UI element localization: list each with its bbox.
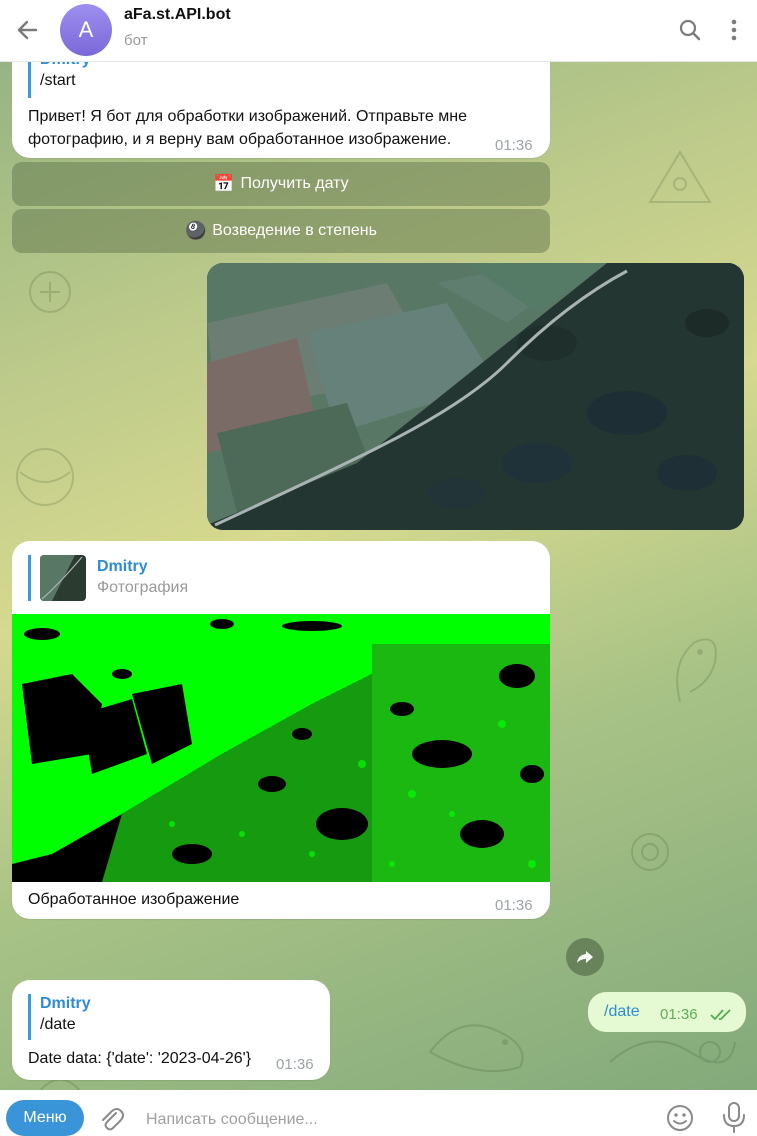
doodle-icon: [29, 271, 71, 313]
calendar-icon: 📅: [213, 174, 235, 193]
message-text-line: Привет! Я бот для обработки изображений.…: [28, 108, 467, 125]
message-text-line: фотографию, и я верну вам обработанное и…: [28, 131, 452, 148]
reply-author: Dmitry: [40, 62, 91, 70]
message-time: 01:36: [495, 897, 533, 914]
doodle-icon: [676, 638, 717, 703]
doodle-icon: [631, 833, 669, 871]
chat-status: бот: [124, 32, 148, 49]
chat-area[interactable]: Dmitry /start Привет! Я бот для обработк…: [0, 62, 757, 1090]
chat-title[interactable]: aFa.st.API.bot: [124, 6, 231, 24]
chat-header: A aFa.st.API.bot бот: [0, 0, 757, 62]
more-options-icon[interactable]: [720, 16, 748, 44]
share-arrow-icon: [577, 951, 593, 963]
reply-author: Dmitry: [97, 558, 148, 575]
get-date-button[interactable]: 📅 Получить дату: [12, 162, 550, 206]
reply-quote[interactable]: Dmitry Фотография: [28, 555, 188, 601]
reply-text: /start: [40, 72, 76, 89]
menu-button[interactable]: Меню: [6, 1100, 84, 1136]
microphone-icon[interactable]: [720, 1100, 748, 1134]
processed-image[interactable]: [12, 614, 550, 882]
doodle-icon: [16, 448, 74, 506]
message-input[interactable]: [146, 1108, 626, 1132]
reply-text: /date: [40, 1016, 76, 1033]
double-check-icon: [710, 1009, 731, 1021]
reply-quote[interactable]: Dmitry /date: [28, 994, 91, 1040]
button-label: Возведение в степень: [212, 222, 377, 239]
message-bubble-outgoing[interactable]: /date 01:36: [588, 992, 746, 1032]
satellite-image: [207, 263, 744, 530]
search-icon[interactable]: [676, 16, 704, 44]
message-text: Date data: {'date': '2023-04-26'}: [28, 1050, 252, 1067]
message-time: 01:36: [660, 1006, 698, 1023]
button-label: Получить дату: [240, 175, 349, 192]
message-time: 01:36: [495, 137, 533, 154]
emoji-icon[interactable]: [664, 1102, 696, 1134]
power-button[interactable]: 🎱 Возведение в степень: [12, 209, 550, 253]
reply-quote[interactable]: Dmitry /start: [28, 62, 91, 98]
doodle-icon: [648, 150, 712, 203]
command-link[interactable]: /date: [604, 1001, 640, 1023]
message-time: 01:36: [276, 1056, 314, 1073]
reply-author: Dmitry: [40, 995, 91, 1012]
satellite-photo[interactable]: [207, 263, 744, 530]
segmentation-mask: [12, 614, 550, 882]
back-arrow-icon[interactable]: [14, 16, 42, 44]
reply-media-type: Фотография: [97, 579, 189, 596]
message-bubble-start[interactable]: Dmitry /start Привет! Я бот для обработк…: [12, 62, 550, 158]
share-button[interactable]: [566, 938, 604, 976]
attach-icon[interactable]: [96, 1104, 126, 1134]
avatar[interactable]: A: [60, 4, 112, 56]
ball-icon: 🎱: [185, 221, 207, 240]
message-input-bar: Меню: [0, 1090, 757, 1136]
doodle-icon: [428, 1024, 524, 1073]
image-caption: Обработанное изображение: [28, 891, 240, 908]
message-bubble-processed[interactable]: Dmitry Фотография Обработанное изображен…: [12, 541, 550, 919]
message-bubble-date[interactable]: Dmitry /date Date data: {'date': '2023-0…: [12, 980, 330, 1080]
